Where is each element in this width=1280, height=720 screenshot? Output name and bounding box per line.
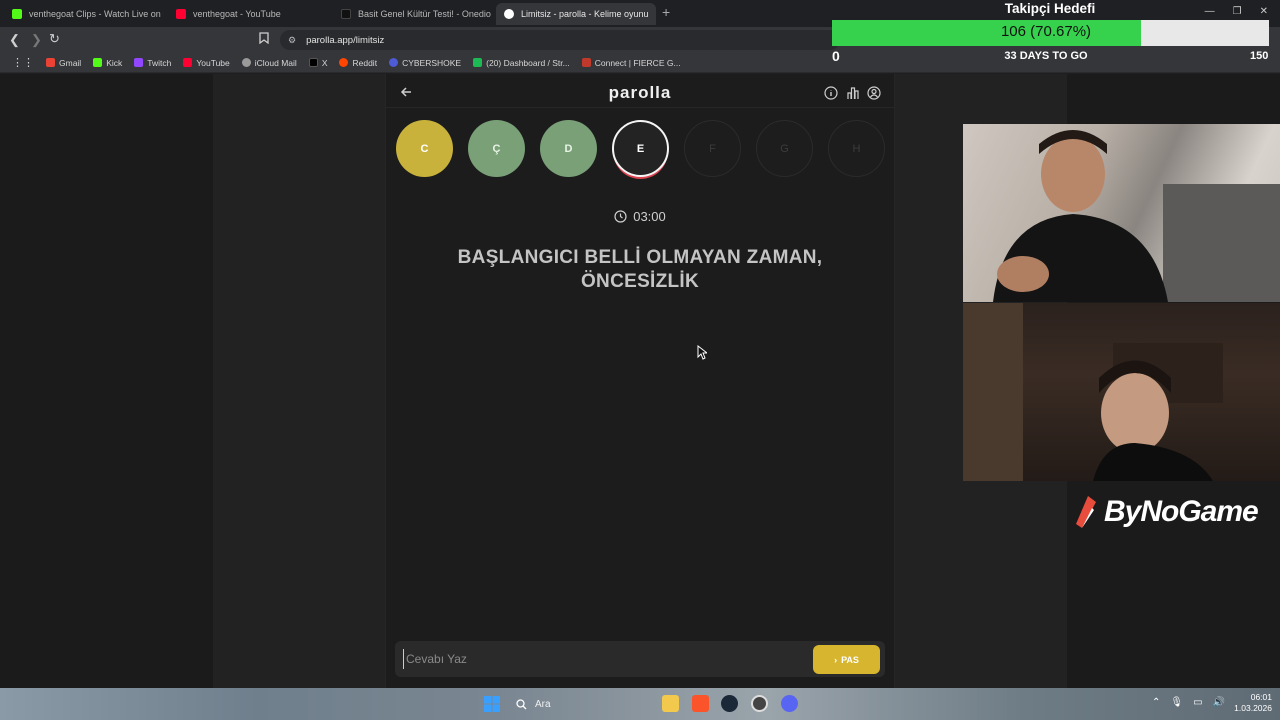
- bookmark-gmail[interactable]: Gmail: [40, 58, 87, 68]
- site-settings-icon[interactable]: ⚙: [288, 35, 296, 46]
- kick-icon: [12, 9, 22, 19]
- sponsor-logo: ByNoGame: [1070, 494, 1259, 530]
- answer-input[interactable]: [403, 649, 803, 669]
- kick-icon: [93, 58, 103, 67]
- taskbar-clock[interactable]: 06:01 1.03.2026: [1222, 692, 1272, 714]
- bookmark-reddit[interactable]: Reddit: [333, 58, 383, 68]
- mouse-cursor-icon: [697, 344, 709, 365]
- taskbar-search[interactable]: Ara: [510, 694, 650, 714]
- sponsor-name: ByNoGame: [1104, 495, 1259, 528]
- youtube-icon: [176, 9, 186, 19]
- browser-tab[interactable]: Basit Genel Kültür Testi! - Onedio: [333, 3, 493, 25]
- new-tab-icon[interactable]: +: [662, 4, 670, 20]
- letter-circle-correct-y: C: [396, 120, 453, 177]
- cybershoke-icon: [389, 58, 399, 67]
- app-back-icon[interactable]: [400, 85, 412, 102]
- bookmark-icloud[interactable]: iCloud Mail: [236, 58, 303, 68]
- letter-circle-pending: F: [684, 120, 741, 177]
- profile-icon[interactable]: [867, 86, 881, 100]
- browser-tab-active[interactable]: Limitsiz - parolla - Kelime oyunu ✕: [496, 3, 656, 25]
- letter-circle-correct-g: D: [540, 120, 597, 177]
- side-panel-left: [213, 74, 385, 688]
- x-icon: [308, 58, 318, 67]
- clock-icon: [614, 210, 627, 223]
- goal-title: Takipçi Hedefi: [1004, 1, 1096, 16]
- display-icon[interactable]: ▭: [1193, 697, 1202, 708]
- apps-icon[interactable]: ⋮⋮: [6, 56, 40, 69]
- discord-icon[interactable]: [781, 695, 798, 712]
- bookmark-x[interactable]: X: [303, 58, 334, 68]
- bookmark-twitch[interactable]: Twitch: [128, 58, 177, 68]
- chevron-right-icon: ›: [834, 654, 838, 665]
- goal-value: 106 (70.67%): [1000, 23, 1092, 40]
- file-explorer-icon[interactable]: [662, 695, 679, 712]
- bookmark-icon[interactable]: [259, 32, 269, 47]
- letter-circle-current: E: [612, 120, 669, 177]
- info-icon[interactable]: [824, 86, 838, 100]
- reddit-icon: [339, 58, 349, 67]
- brave-browser-icon[interactable]: [692, 695, 709, 712]
- webcam-feed-2: [963, 303, 1280, 481]
- search-icon: [516, 698, 527, 709]
- twitch-icon: [134, 58, 144, 67]
- reload-icon[interactable]: ↻: [49, 31, 60, 47]
- bookmark-fierce[interactable]: Connect | FIERCE G...: [576, 58, 687, 68]
- timer-value: 03:00: [633, 209, 666, 224]
- forward-icon[interactable]: ❯: [31, 32, 42, 48]
- apple-icon: [241, 58, 251, 67]
- chevron-up-icon[interactable]: ⌃: [1152, 697, 1160, 708]
- webcam-feed-1: [963, 124, 1280, 302]
- fierce-icon: [581, 58, 591, 67]
- gmail-icon: [46, 58, 55, 67]
- goal-max: 150: [1250, 50, 1269, 62]
- goal-days-left: 33 DAYS TO GO: [1004, 50, 1088, 62]
- browser-tab[interactable]: venthegoat Clips - Watch Live on Kick: [4, 3, 164, 25]
- letter-circle-pending: H: [828, 120, 885, 177]
- bynogame-logo-icon: [1076, 496, 1096, 528]
- dashboard-icon: [473, 58, 483, 67]
- bookmark-dashboard[interactable]: (20) Dashboard / Str...: [467, 58, 576, 68]
- microphone-icon[interactable]: 🎙: [1170, 697, 1183, 708]
- back-icon[interactable]: ❮: [9, 32, 20, 48]
- bookmark-cybershoke[interactable]: CYBERSHOKE: [383, 58, 467, 68]
- obs-icon[interactable]: [751, 695, 768, 712]
- onedio-icon: [341, 9, 351, 19]
- address-bar[interactable]: ⚙ parolla.app/limitsiz: [280, 30, 840, 50]
- bookmark-youtube[interactable]: YouTube: [177, 58, 235, 68]
- letter-circle-pending: G: [756, 120, 813, 177]
- bookmark-kick[interactable]: Kick: [87, 58, 128, 68]
- timer: 03:00: [560, 209, 720, 224]
- url-text: parolla.app/limitsiz: [306, 34, 385, 46]
- pass-button[interactable]: › PAS: [813, 645, 880, 674]
- app-logo[interactable]: parolla: [540, 83, 740, 103]
- browser-tab[interactable]: venthegoat - YouTube: [168, 3, 333, 25]
- system-tray: ⌃ 🎙 ▭ 🔊: [1152, 697, 1225, 708]
- letter-circle-correct-g: Ç: [468, 120, 525, 177]
- stats-icon[interactable]: [846, 86, 860, 100]
- steam-icon[interactable]: [721, 695, 738, 712]
- windows-start-icon[interactable]: [484, 696, 500, 717]
- question-text: BAŞLANGICI BELLİ OLMAYAN ZAMAN, ÖNCESİZL…: [457, 247, 823, 292]
- youtube-icon: [183, 58, 193, 67]
- parolla-icon: [504, 9, 514, 19]
